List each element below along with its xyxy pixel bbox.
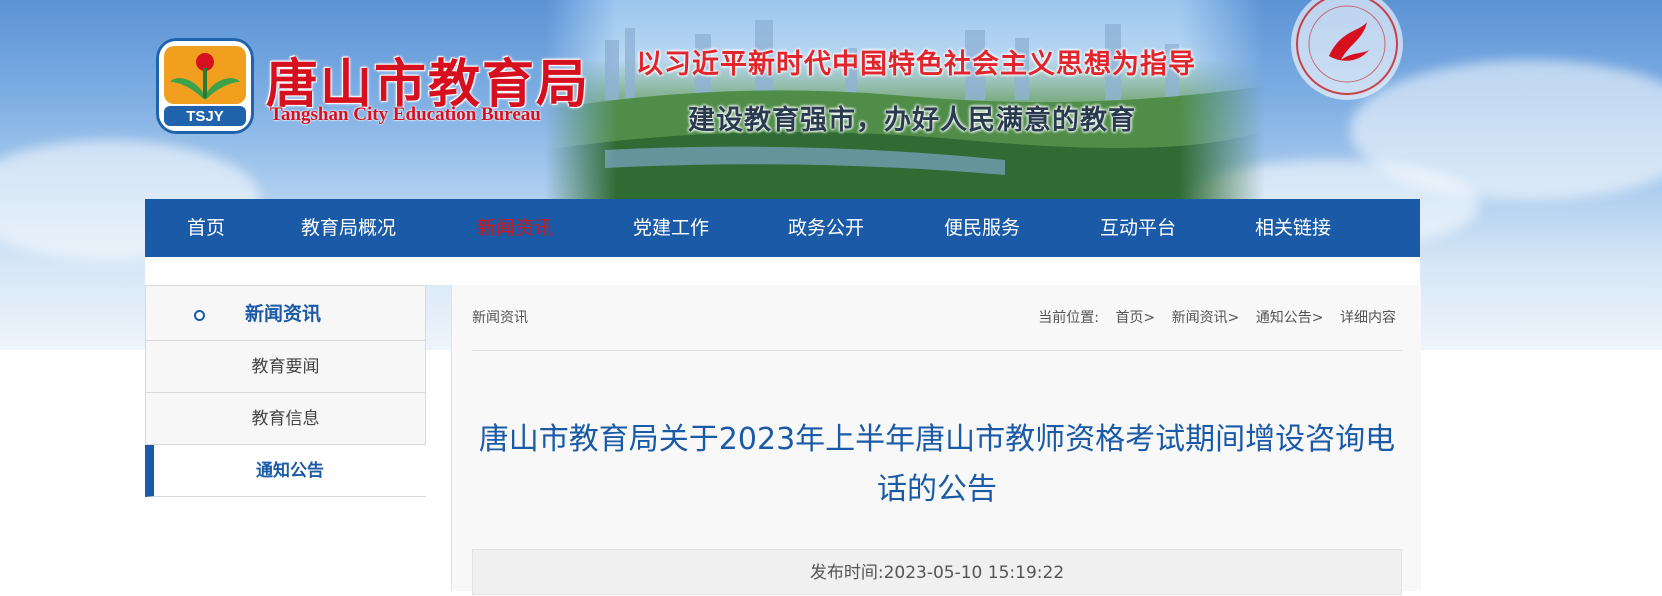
slogan-secondary: 建设教育强市，办好人民满意的教育 bbox=[688, 105, 1136, 136]
sidebar-heading-label: 新闻资讯 bbox=[245, 303, 322, 325]
slogan-primary: 以习近平新时代中国特色社会主义思想为指导 bbox=[636, 49, 1196, 80]
breadcrumb: 当前位置: 首页> 新闻资讯> 通知公告> 详细内容 bbox=[1026, 307, 1396, 327]
sidebar-item-education-news[interactable]: 教育要闻 bbox=[145, 341, 426, 393]
breadcrumb-bar: 新闻资讯 当前位置: 首页> 新闻资讯> 通知公告> 详细内容 bbox=[472, 285, 1402, 351]
site-subtitle: Tangshan City Education Bureau bbox=[270, 104, 541, 125]
nav-item-bureau-overview[interactable]: 教育局概况 bbox=[301, 199, 396, 257]
publish-time-value: 2023-05-10 15:19:22 bbox=[883, 563, 1065, 583]
nav-item-news[interactable]: 新闻资讯 bbox=[477, 199, 553, 257]
article-panel: 新闻资讯 当前位置: 首页> 新闻资讯> 通知公告> 详细内容 唐山市教育局关于… bbox=[451, 285, 1421, 595]
nav-item-interaction[interactable]: 互动平台 bbox=[1100, 199, 1176, 257]
nav-spacer bbox=[145, 257, 1420, 285]
section-label: 新闻资讯 bbox=[472, 310, 528, 326]
logo-text: TSJY bbox=[186, 108, 224, 125]
gov-website-seal[interactable] bbox=[1289, 0, 1405, 106]
bullet-icon bbox=[194, 310, 205, 321]
nav-item-home[interactable]: 首页 bbox=[187, 199, 225, 257]
bureau-logo[interactable]: TSJY bbox=[156, 38, 254, 134]
sidebar-item-notices[interactable]: 通知公告 bbox=[145, 445, 426, 497]
nav-item-government-affairs[interactable]: 政务公开 bbox=[788, 199, 864, 257]
breadcrumb-news[interactable]: 新闻资讯> bbox=[1172, 310, 1240, 326]
publish-time-label: 发布时间: bbox=[809, 563, 884, 583]
article-meta: 发布时间:2023-05-10 15:19:22 bbox=[472, 549, 1402, 595]
seal-icon bbox=[1291, 0, 1403, 100]
breadcrumb-home[interactable]: 首页> bbox=[1115, 310, 1155, 326]
sidebar-heading: 新闻资讯 bbox=[145, 285, 426, 341]
article-title: 唐山市教育局关于2023年上半年唐山市教师资格考试期间增设咨询电话的公告 bbox=[478, 422, 1396, 507]
main-nav: 首页 教育局概况 新闻资讯 党建工作 政务公开 便民服务 互动平台 相关链接 bbox=[145, 199, 1420, 257]
nav-item-related-links[interactable]: 相关链接 bbox=[1255, 199, 1331, 257]
breadcrumb-notices[interactable]: 通知公告> bbox=[1256, 310, 1324, 326]
breadcrumb-current: 详细内容 bbox=[1340, 310, 1396, 326]
breadcrumb-prefix: 当前位置: bbox=[1038, 310, 1099, 326]
nav-item-party-building[interactable]: 党建工作 bbox=[633, 199, 709, 257]
sidebar-item-education-info[interactable]: 教育信息 bbox=[145, 393, 426, 445]
sidebar: 新闻资讯 教育要闻 教育信息 通知公告 bbox=[145, 285, 426, 497]
nav-item-public-services[interactable]: 便民服务 bbox=[944, 199, 1020, 257]
